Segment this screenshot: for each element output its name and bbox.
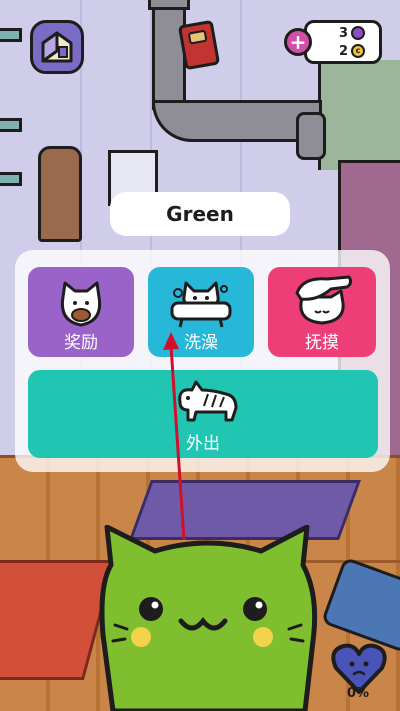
book-button[interactable] [172, 18, 226, 72]
plus-icon: + [289, 30, 307, 54]
pet-cat-green[interactable] [93, 525, 323, 711]
pet-button[interactable]: 抚摸 [268, 267, 376, 357]
cat-in-bathtub-icon [170, 281, 232, 328]
add-currency-button[interactable]: + [284, 28, 312, 56]
pet-name-label: Green [110, 192, 290, 236]
go-out-button[interactable]: 外出 [28, 370, 378, 458]
reward-button[interactable]: 奖励 [28, 267, 134, 357]
book-icon [178, 20, 220, 70]
wall-panel [318, 60, 400, 170]
happiness-percent: 0% [347, 686, 370, 701]
wall-shelf [0, 28, 22, 42]
pipe-flange [148, 0, 190, 10]
go-out-label: 外出 [186, 434, 220, 454]
wall-shelf [0, 172, 22, 186]
hand-petting-cat-icon [295, 275, 353, 325]
gem-icon [351, 26, 365, 40]
coin-count: 2 [338, 43, 348, 59]
bath-button[interactable]: 洗澡 [148, 267, 254, 357]
pipe [296, 112, 326, 160]
cat-with-treat-icon [60, 281, 102, 327]
walking-cat-icon [178, 380, 238, 422]
bath-label: 洗澡 [184, 333, 218, 353]
gem-counter: 3 [338, 24, 378, 42]
gem-count: 3 [338, 25, 348, 41]
home-button[interactable] [30, 20, 84, 74]
coin-counter: 2 c [338, 42, 378, 60]
house-icon [41, 31, 73, 63]
wall-picture [38, 146, 82, 242]
pet-label: 抚摸 [305, 333, 339, 353]
currency-panel: + 3 2 c [284, 20, 382, 64]
wall-shelf [0, 118, 22, 132]
coin-icon: c [351, 44, 365, 58]
